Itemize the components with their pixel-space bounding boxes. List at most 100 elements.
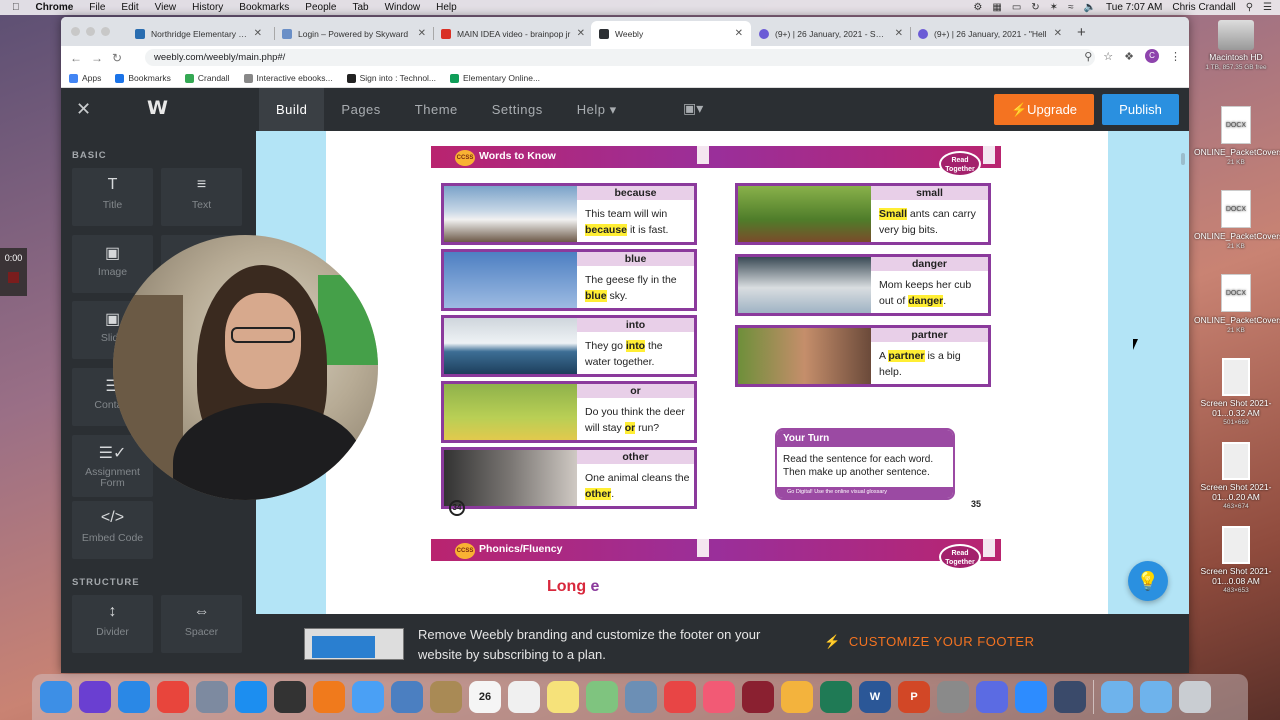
- time-machine-status-icon[interactable]: ↻: [1031, 2, 1039, 13]
- dock-music-icon[interactable]: [703, 681, 735, 713]
- close-tab-icon[interactable]: ✕: [418, 28, 426, 39]
- minimize-window-button[interactable]: [86, 27, 95, 36]
- dock-maps-icon[interactable]: [586, 681, 618, 713]
- dock-reminders-icon[interactable]: [508, 681, 540, 713]
- close-tab-icon[interactable]: ✕: [895, 28, 903, 39]
- profile-avatar[interactable]: C: [1145, 49, 1159, 63]
- menu-people[interactable]: People: [305, 2, 336, 13]
- element-text[interactable]: ≡ Text: [161, 168, 242, 226]
- bookmark-crandall[interactable]: Crandall: [184, 73, 230, 83]
- dock-preview-icon[interactable]: [391, 681, 423, 713]
- nav-build[interactable]: Build: [259, 88, 325, 131]
- canvas-scrollbar[interactable]: [1181, 153, 1185, 165]
- zoom-window-button[interactable]: [101, 27, 110, 36]
- dock-applications-folder-icon[interactable]: [1101, 681, 1133, 713]
- forward-icon[interactable]: →: [91, 51, 103, 65]
- element-spacer[interactable]: ⇔ Spacer: [161, 595, 242, 653]
- webcam-overlay[interactable]: [113, 235, 378, 500]
- tab-brainpop[interactable]: MAIN IDEA video - brainpop jr ✕: [433, 21, 593, 46]
- menubar-user[interactable]: Chris Crandall: [1172, 2, 1235, 13]
- grid-status-icon[interactable]: ▦: [992, 2, 1001, 13]
- url-field[interactable]: weebly.com/weebly/main.php#/: [145, 49, 1095, 66]
- more-menu-icon[interactable]: ⋮: [1170, 50, 1181, 63]
- close-window-button[interactable]: [71, 27, 80, 36]
- bookmark-ebooks[interactable]: Interactive ebooks...: [243, 73, 333, 83]
- dock-image-capture-icon[interactable]: [625, 681, 657, 713]
- dock-system-preferences-icon[interactable]: [937, 681, 969, 713]
- dock-dashboard-icon[interactable]: [274, 681, 306, 713]
- dock-firefox-icon[interactable]: [313, 681, 345, 713]
- desktop-screenshot-2[interactable]: Screen Shot 2021-01...0.20 AM 463×674: [1194, 442, 1278, 512]
- bluetooth-icon[interactable]: ✶: [1050, 2, 1058, 13]
- menu-tab[interactable]: Tab: [352, 2, 368, 13]
- close-tab-icon[interactable]: ✕: [577, 28, 585, 39]
- desktop-docx-feb1[interactable]: DOCX ONLINE_PacketCovers_February121 KB: [1194, 274, 1280, 335]
- element-divider[interactable]: ↕ Divider: [72, 595, 153, 653]
- bookmark-bookmarks[interactable]: Bookmarks: [115, 73, 171, 83]
- wifi-icon[interactable]: ≈: [1068, 2, 1074, 13]
- dock-zoom-icon[interactable]: [1015, 681, 1047, 713]
- publish-button[interactable]: Publish: [1102, 94, 1179, 125]
- dock-calendar-icon[interactable]: 26: [469, 681, 501, 713]
- apple-icon[interactable]: : [12, 2, 20, 13]
- close-tab-icon[interactable]: ✕: [1054, 28, 1062, 39]
- tab-skyward[interactable]: Login – Powered by Skyward ✕: [274, 21, 434, 46]
- dock-launchpad-icon[interactable]: [196, 681, 228, 713]
- editor-canvas[interactable]: CCSS Words to Know Read Together because…: [256, 131, 1189, 614]
- customize-footer-link[interactable]: ⚡ CUSTOMIZE YOUR FOOTER: [824, 634, 1034, 650]
- dock-app-store-icon[interactable]: [235, 681, 267, 713]
- stop-recording-button[interactable]: [8, 272, 19, 283]
- tab-hello[interactable]: (9+) | 26 January, 2021 - "Hell ✕: [910, 21, 1070, 46]
- upgrade-button[interactable]: ⚡Upgrade: [994, 94, 1094, 125]
- menu-app-name[interactable]: Chrome: [36, 2, 74, 13]
- dock-messages-icon[interactable]: [352, 681, 384, 713]
- dock-quicktime-icon[interactable]: [1054, 681, 1086, 713]
- gear-status-icon[interactable]: ⚙: [973, 2, 982, 13]
- zoom-search-icon[interactable]: ⚲: [1084, 50, 1092, 63]
- tab-weebly[interactable]: Weebly ✕: [591, 21, 751, 46]
- dock-safari-icon[interactable]: [118, 681, 150, 713]
- dock-news-icon[interactable]: [664, 681, 696, 713]
- close-tab-icon[interactable]: ✕: [254, 28, 262, 39]
- dock-trash-icon[interactable]: [1179, 681, 1211, 713]
- menu-view[interactable]: View: [155, 2, 177, 13]
- dock-stickies-icon[interactable]: [547, 681, 579, 713]
- close-editor-icon[interactable]: ✕: [76, 99, 91, 120]
- dock-siri-icon[interactable]: [79, 681, 111, 713]
- desktop-docx-feb15[interactable]: DOCX ONLINE_PacketCovers_February1521 KB: [1194, 106, 1280, 167]
- dock-notes-book-icon[interactable]: [430, 681, 462, 713]
- bookmark-apps[interactable]: Apps: [69, 73, 101, 83]
- new-tab-button[interactable]: +: [1077, 24, 1086, 41]
- dock-zoom-app-gear-icon[interactable]: [976, 681, 1008, 713]
- element-embed-code[interactable]: </> Embed Code: [72, 501, 153, 559]
- book-page-image[interactable]: CCSS Words to Know Read Together because…: [326, 131, 1108, 614]
- nav-theme[interactable]: Theme: [398, 88, 475, 131]
- tab-northridge[interactable]: Northridge Elementary – Home ✕: [127, 21, 270, 46]
- battery-status-icon[interactable]: ▭: [1012, 2, 1021, 13]
- back-icon[interactable]: ←: [70, 51, 82, 65]
- dock-photo-booth-icon[interactable]: [742, 681, 774, 713]
- bookmark-elementary-online[interactable]: Elementary Online...: [450, 73, 540, 83]
- bookmark-star-icon[interactable]: ☆: [1103, 50, 1113, 63]
- control-center-icon[interactable]: ☰: [1263, 2, 1272, 13]
- dock-powerpoint-icon[interactable]: P: [898, 681, 930, 713]
- dock-photos-icon[interactable]: [781, 681, 813, 713]
- nav-pages[interactable]: Pages: [324, 88, 397, 131]
- dock-finder-icon[interactable]: [40, 681, 72, 713]
- desktop-macintosh-hd[interactable]: Macintosh HD 1 TB, 857.35 GB free: [1194, 20, 1278, 72]
- menu-window[interactable]: Window: [385, 2, 421, 13]
- nav-settings[interactable]: Settings: [475, 88, 560, 131]
- tab-spell[interactable]: (9+) | 26 January, 2021 - Spell ✕: [751, 21, 911, 46]
- desktop-screenshot-1[interactable]: Screen Shot 2021-01...0.32 AM 501×669: [1194, 358, 1278, 428]
- nav-help[interactable]: Help ▾: [560, 88, 634, 131]
- desktop-screenshot-3[interactable]: Screen Shot 2021-01...0.08 AM 483×653: [1194, 526, 1278, 596]
- extensions-icon[interactable]: ❖: [1124, 50, 1134, 63]
- bookmark-technology[interactable]: Sign into : Technol...: [346, 73, 436, 83]
- dock-chrome-icon[interactable]: [157, 681, 189, 713]
- volume-icon[interactable]: 🔈: [1084, 2, 1096, 13]
- menu-history[interactable]: History: [192, 2, 223, 13]
- dock-time-machine-icon[interactable]: [820, 681, 852, 713]
- menu-bookmarks[interactable]: Bookmarks: [239, 2, 289, 13]
- search-icon[interactable]: ⚲: [1246, 2, 1253, 13]
- reload-icon[interactable]: ↻: [112, 51, 122, 65]
